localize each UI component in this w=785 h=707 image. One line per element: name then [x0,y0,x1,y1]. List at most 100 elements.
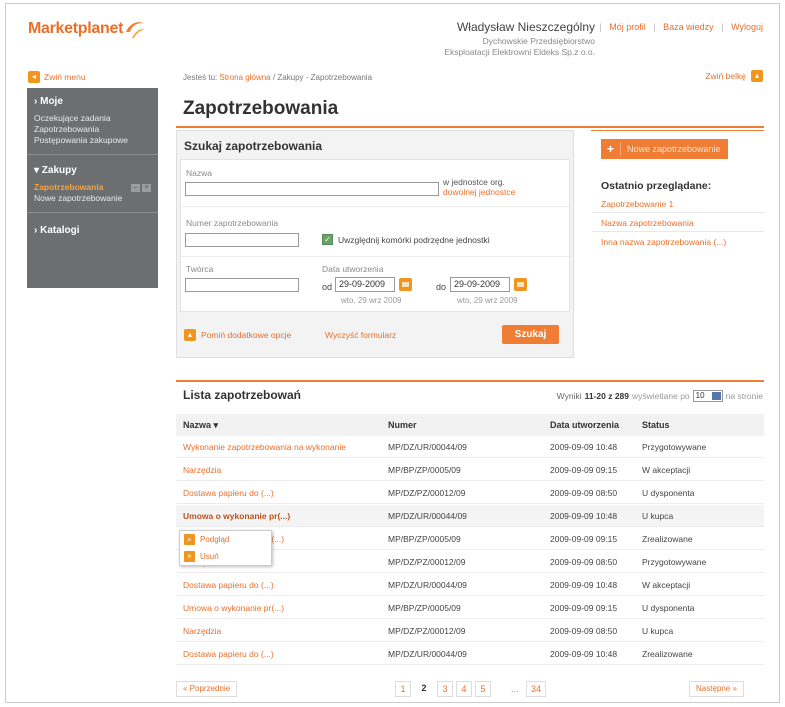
context-preview-label: Podgląd [200,535,230,544]
date-from-hint: wto, 29 wrz 2009 [341,296,402,305]
recent-item[interactable]: Nazwa zapotrzebowania [601,218,694,228]
sidebar-item-procurement[interactable]: Postępowania zakupowe [27,135,158,146]
creator-input[interactable] [185,278,299,292]
logout-link[interactable]: Wyloguj [731,22,763,32]
cell-number: MP/DZ/UR/00044/09 [388,511,467,521]
name-label: Nazwa [186,168,212,178]
per-page-select[interactable]: 10 [692,390,723,402]
right-column-divider [591,130,764,131]
collapse-menu-button[interactable]: ◂ Zwiń menu [28,71,86,83]
title-divider [176,126,764,128]
knowledge-base-link[interactable]: Baza wiedzy [663,22,714,32]
cell-name[interactable]: Dostawa papieru do (...) [183,649,274,659]
cell-status: W akceptacji [642,465,691,475]
new-requisition-button[interactable]: + Nowe zapotrzebowanie [601,139,728,159]
company-line-1: Dychowskie Przedsiębiorstwo [482,36,595,46]
org-unit-link[interactable]: dowolnej jednostce [443,187,515,197]
context-preview[interactable]: ⌕ Podgląd [180,531,271,548]
minimize-icon[interactable]: – [131,184,140,192]
cell-name[interactable]: Dostawa papieru do (...) [183,580,274,590]
table-row[interactable]: Wykonanie zapotrzebowania na wykonanie MP… [176,436,764,458]
pagination-ellipsis: ... [511,684,519,694]
page-34[interactable]: 34 [526,681,546,697]
divider [592,231,764,232]
number-input[interactable] [185,233,299,247]
column-status[interactable]: Status [642,420,670,430]
cell-name[interactable]: Umowa o wykonanie pr(...) [183,511,290,521]
table-row[interactable]: Narzędzia MP/BP/ZP/0005/09 2009-09-09 09:1… [176,459,764,481]
include-sub-units-checkbox[interactable]: ✓ [322,234,333,245]
page-2-current: 2 [416,681,432,697]
cell-number: MP/DZ/UR/00044/09 [388,580,467,590]
divider [181,206,569,207]
chevron-up-icon[interactable]: ▴ [184,329,196,341]
cell-status: Przygotowywane [642,442,707,452]
my-profile-link[interactable]: Mój profil [609,22,646,32]
calendar-icon[interactable] [399,278,412,291]
sidebar-section-moje[interactable]: › Moje [27,88,158,113]
cell-created: 2009-09-09 09:15 [550,465,618,475]
cell-status: Zrealizowane [642,534,693,544]
recent-item[interactable]: Inna nazwa zapotrzebowania (...) [601,237,726,247]
results-prefix: Wyniki [556,391,582,401]
chevron-up-icon: ▴ [751,70,763,82]
cell-name[interactable]: Narzędzia [183,465,221,475]
cell-number: MP/DZ/PZ/00012/09 [388,557,466,567]
hide-bar-button[interactable]: Zwiń belkę ▴ [705,70,763,82]
cell-name[interactable]: Umowa o wykonanie pr(...) [183,603,284,613]
cell-created: 2009-09-09 09:15 [550,603,618,613]
table-row[interactable]: Dostawa papieru do (...) MP/DZ/UR/00044/0… [176,574,764,596]
sidebar-item-new-requisition[interactable]: Nowe zapotrzebowanie [27,193,158,204]
recent-item[interactable]: Zapotrzebowanie 1 [601,199,673,209]
name-input[interactable] [185,182,439,196]
table-row[interactable]: Umowa o wykonanie pr(...) MP/BP/ZP/0005/0… [176,597,764,619]
logo[interactable]: Marketplanet [28,20,148,50]
prev-page-button[interactable]: « Poprzednie [176,681,238,697]
table-row[interactable]: Narzędzia MP/DZ/PZ/00012/09 2009-09-09 08:… [176,620,764,642]
next-page-button[interactable]: Następne » [689,681,744,697]
cell-created: 2009-09-09 08:50 [550,557,618,567]
cell-name[interactable]: Wykonanie zapotrzebowania na wykonanie [183,442,346,452]
cell-number: MP/DZ/UR/00044/09 [388,442,467,452]
table-row[interactable]: Dostawa papieru do (...) MP/DZ/PZ/00012/0… [176,482,764,504]
breadcrumb-home-link[interactable]: Strona główna [219,73,270,82]
clear-form-link[interactable]: Wyczyść formularz [325,330,396,340]
table-row[interactable]: Dostawa papieru do (...) MP/DZ/UR/00044/0… [176,643,764,665]
sidebar-section-zakupy[interactable]: ▾ Zakupy [27,155,158,182]
cell-name[interactable]: Narzędzia [183,626,221,636]
page-3[interactable]: 3 [437,681,453,697]
calendar-icon[interactable] [514,278,527,291]
column-name-sort[interactable]: Nazwa ▾ [183,420,218,431]
search-button[interactable]: Szukaj [502,325,559,344]
skip-options-link[interactable]: Pomiń dodatkowe opcje [201,330,291,340]
close-icon[interactable]: × [142,184,151,192]
cell-name[interactable]: Dostawa papieru do (...) [183,488,274,498]
column-created[interactable]: Data utworzenia [550,420,619,430]
page-5[interactable]: 5 [475,681,491,697]
cell-number: MP/DZ/PZ/00012/09 [388,626,466,636]
results-info: Wyniki 11-20 z 289 wyświetlane po 10 na … [557,390,763,402]
date-from-input[interactable]: 29-09-2009 [335,277,395,292]
company-line-2: Eksploatacji Elektrowni Eldeks Sp.z o.o. [444,47,595,57]
results-range: 11-20 z 289 [584,391,630,401]
divider [592,212,764,213]
column-number[interactable]: Numer [388,420,417,430]
sidebar-item-requisitions[interactable]: Zapotrzebowania [27,124,158,135]
created-date-label: Data utworzenia [322,264,384,274]
magnifier-icon: ⌕ [184,534,195,545]
list-divider [176,380,764,382]
cell-created: 2009-09-09 10:48 [550,442,618,452]
sidebar-item-pending-tasks[interactable]: Oczekujące zadania [27,113,158,124]
sidebar-section-katalogi[interactable]: › Katalogi [27,213,158,242]
page-4[interactable]: 4 [456,681,472,697]
date-to-input[interactable]: 29-09-2009 [450,277,510,292]
table-row[interactable]: Umowa o wykonanie pr(...) MP/DZ/UR/00044/… [176,505,764,527]
number-label: Numer zapotrzebowania [186,218,279,228]
new-requisition-label: Nowe zapotrzebowanie [627,144,721,154]
date-from-label: od [322,282,333,292]
user-info: Władysław Nieszczególny Dychowskie Przed… [355,20,595,58]
context-delete[interactable]: × Usuń [180,548,271,565]
collapse-menu-label: Zwiń menu [44,72,86,82]
org-unit-label: w jednostce org. [443,177,505,187]
page-1[interactable]: 1 [395,681,411,697]
